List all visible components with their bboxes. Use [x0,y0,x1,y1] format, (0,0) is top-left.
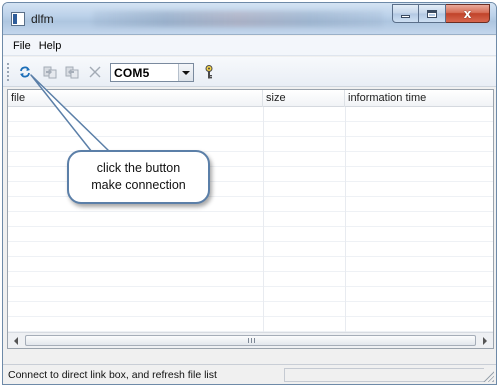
column-header-file[interactable]: file [8,90,263,107]
close-icon: x [463,6,472,21]
caption-buttons: x [392,4,490,24]
port-select-value: COM5 [114,66,150,80]
status-bar: Connect to direct link box, and refresh … [3,364,496,384]
delete-icon [89,66,101,78]
column-divider [263,107,264,332]
app-icon [11,12,25,26]
menu-help[interactable]: Help [35,40,66,52]
arrow-right-icon [483,336,487,345]
minimize-icon [401,15,410,18]
minimize-button[interactable] [392,4,419,23]
file-list[interactable]: file size information time [7,89,494,349]
scroll-left-button[interactable] [8,333,24,348]
status-text: Connect to direct link box, and refresh … [8,369,217,381]
blurred-title-region [93,11,383,27]
window-title: dlfm [31,12,54,26]
menu-file[interactable]: File [9,40,35,52]
download-button[interactable] [40,62,60,82]
upload-button[interactable] [62,62,82,82]
column-divider [345,107,346,332]
menu-bar: File Help [3,36,496,56]
title-bar[interactable]: dlfm x [3,3,496,35]
download-icon [43,66,57,79]
toolbar: COM5 [3,57,496,87]
list-rows[interactable] [8,107,493,332]
column-header-size[interactable]: size [263,90,345,107]
chevron-down-icon[interactable] [178,64,193,81]
column-header-information-time[interactable]: information time [345,90,493,107]
port-select[interactable]: COM5 [110,63,194,82]
scrollbar-thumb[interactable] [25,335,476,346]
connect-refresh-button[interactable] [15,62,35,82]
callout-line-1: click the button [96,161,181,175]
delete-button[interactable] [85,62,105,82]
refresh-connect-icon [20,66,30,78]
upload-icon [65,66,79,79]
maximize-button[interactable] [419,4,446,23]
scroll-right-button[interactable] [477,333,493,348]
key-icon [205,65,213,79]
resize-grip[interactable] [483,371,494,382]
key-button[interactable] [199,62,219,82]
callout-line-2: make connection [91,178,186,192]
toolbar-grip[interactable] [7,63,10,81]
status-panel [284,368,484,382]
arrow-left-icon [14,336,18,345]
close-button[interactable]: x [446,4,490,23]
callout-tooltip: click the button make connection [67,150,210,204]
list-header: file size information time [8,90,493,107]
horizontal-scrollbar[interactable] [8,332,493,348]
maximize-icon [427,9,437,18]
